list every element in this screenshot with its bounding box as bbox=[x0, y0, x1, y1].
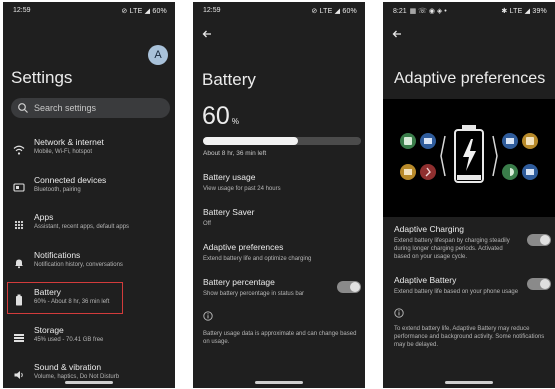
adaptive-battery-row[interactable]: Adaptive Battery Extend battery life bas… bbox=[394, 275, 520, 296]
item-subtitle: Mobile, Wi-Fi, hotspot bbox=[34, 149, 93, 155]
speaker-icon bbox=[14, 371, 23, 379]
page-title: Adaptive preferences bbox=[394, 70, 546, 87]
item-title: Notifications bbox=[34, 250, 81, 260]
dnd-icon: ⊘ bbox=[121, 8, 130, 15]
row-title: Adaptive preferences bbox=[203, 242, 284, 252]
adaptive-charging-row[interactable]: Adaptive Charging Extend battery lifespa… bbox=[394, 224, 520, 261]
item-title: Apps bbox=[34, 212, 54, 222]
status-time-group: 8:21 ▦ ☏ ◉ ◈ • bbox=[393, 7, 447, 15]
row-title: Adaptive Charging bbox=[394, 224, 464, 234]
battery-level-fill bbox=[203, 137, 298, 145]
time-remaining: About 8 hr, 36 min left bbox=[203, 150, 267, 157]
status-time: 12:59 bbox=[13, 7, 31, 14]
settings-item-network[interactable]: Network & internet Mobile, Wi-Fi, hotspo… bbox=[9, 134, 169, 170]
search-icon bbox=[18, 103, 28, 113]
battery-percent: 39% bbox=[532, 8, 547, 15]
settings-item-storage[interactable]: Storage 45% used - 70.41 GB free bbox=[9, 322, 169, 358]
row-subtitle: Extend battery life based on your phone … bbox=[394, 289, 519, 295]
battery-percent: 60% bbox=[152, 8, 167, 15]
battery-highlight-box bbox=[7, 282, 123, 314]
item-title: Storage bbox=[34, 325, 64, 335]
gesture-nav-bar[interactable] bbox=[255, 381, 303, 384]
page-title: Battery bbox=[202, 70, 256, 89]
back-arrow-icon[interactable] bbox=[391, 28, 403, 40]
usage-note: Battery usage data is approximate and ca… bbox=[203, 331, 357, 345]
battery-usage-row[interactable]: Battery usage View usage for past 24 hou… bbox=[203, 172, 361, 193]
apps-grid-icon bbox=[14, 220, 24, 230]
wifi-icon bbox=[13, 145, 25, 155]
row-subtitle: Show battery percentage in status bar bbox=[203, 291, 305, 297]
adaptive-charging-toggle[interactable] bbox=[527, 234, 551, 246]
battery-screen: 12:59 ⊘ LTE ◢ 60% Battery 60% About 8 hr… bbox=[193, 2, 365, 388]
adaptive-battery-toggle[interactable] bbox=[527, 278, 551, 290]
battery-level-unit: % bbox=[231, 117, 239, 126]
notification-icons: ▦ ☏ ◉ ◈ • bbox=[409, 8, 447, 15]
status-time: 12:59 bbox=[203, 7, 221, 14]
network-label: LTE bbox=[509, 8, 523, 15]
row-subtitle: Extend battery lifespan by charging stea… bbox=[394, 238, 510, 260]
status-time: 8:21 bbox=[393, 8, 407, 15]
settings-item-apps[interactable]: Apps Assistant, recent apps, default app… bbox=[9, 209, 169, 245]
battery-level-value: 60 bbox=[202, 102, 230, 130]
page-title: Settings bbox=[11, 68, 73, 87]
battery-saver-row[interactable]: Battery Saver Off bbox=[203, 207, 361, 228]
gesture-nav-bar[interactable] bbox=[445, 381, 493, 384]
adaptive-preferences-screen: 8:21 ▦ ☏ ◉ ◈ • ✱ LTE ◢ 39% Adaptive prefe… bbox=[383, 2, 555, 388]
network-label: LTE bbox=[129, 8, 143, 15]
item-title: Network & internet bbox=[34, 137, 104, 147]
item-subtitle: Volume, haptics, Do Not Disturb bbox=[34, 374, 120, 380]
item-title: Connected devices bbox=[34, 175, 107, 185]
dnd-icon: ⊘ bbox=[311, 8, 320, 15]
info-icon bbox=[203, 311, 213, 321]
settings-screen: 12:59 ⊘ LTE ◢ 60% A Settings Search sett… bbox=[3, 2, 175, 388]
search-input[interactable]: Search settings bbox=[11, 98, 170, 118]
storage-icon bbox=[14, 334, 24, 342]
battery-level-bar bbox=[203, 137, 361, 145]
row-subtitle: Off bbox=[203, 221, 211, 227]
item-subtitle: Assistant, recent apps, default apps bbox=[34, 224, 130, 230]
row-subtitle: Extend battery life and optimize chargin… bbox=[203, 256, 312, 262]
status-bar: 12:59 ⊘ LTE ◢ 60% bbox=[193, 2, 365, 20]
avatar[interactable]: A bbox=[148, 45, 168, 65]
adaptive-battery-illustration bbox=[383, 99, 555, 217]
item-subtitle: Bluetooth, pairing bbox=[34, 187, 81, 193]
battery-percent: 60% bbox=[342, 8, 357, 15]
row-subtitle: View usage for past 24 hours bbox=[203, 186, 281, 192]
status-right: ⊘ LTE ◢ 60% bbox=[311, 7, 357, 15]
battery-level-readout: 60% bbox=[202, 102, 239, 131]
devices-icon bbox=[13, 183, 25, 192]
network-label: LTE bbox=[319, 8, 333, 15]
item-title: Sound & vibration bbox=[34, 362, 102, 372]
status-right: ⊘ LTE ◢ 60% bbox=[121, 7, 167, 15]
row-title: Adaptive Battery bbox=[394, 275, 457, 285]
gesture-nav-bar[interactable] bbox=[65, 381, 113, 384]
item-subtitle: Notification history, conversations bbox=[34, 262, 123, 268]
row-title: Battery usage bbox=[203, 172, 256, 182]
adaptive-battery-note: To extend battery life, Adaptive Battery… bbox=[394, 326, 545, 348]
settings-item-notifications[interactable]: Notifications Notification history, conv… bbox=[9, 247, 169, 283]
info-icon bbox=[394, 308, 404, 318]
adaptive-preferences-row[interactable]: Adaptive preferences Extend battery life… bbox=[203, 242, 361, 263]
bell-icon bbox=[15, 259, 23, 269]
back-arrow-icon[interactable] bbox=[201, 28, 213, 40]
search-placeholder: Search settings bbox=[34, 103, 97, 113]
row-title: Battery Saver bbox=[203, 207, 255, 217]
battery-percentage-toggle[interactable] bbox=[337, 281, 361, 293]
settings-item-connected-devices[interactable]: Connected devices Bluetooth, pairing bbox=[9, 172, 169, 208]
status-bar: 12:59 ⊘ LTE ◢ 60% bbox=[3, 2, 175, 20]
bluetooth-icon: ✱ bbox=[501, 8, 510, 15]
status-bar: 8:21 ▦ ☏ ◉ ◈ • ✱ LTE ◢ 39% bbox=[383, 2, 555, 20]
status-right: ✱ LTE ◢ 39% bbox=[501, 7, 547, 15]
toggle-knob bbox=[350, 282, 360, 292]
toggle-knob bbox=[540, 235, 550, 245]
toggle-knob bbox=[540, 279, 550, 289]
item-subtitle: 45% used - 70.41 GB free bbox=[34, 337, 104, 343]
